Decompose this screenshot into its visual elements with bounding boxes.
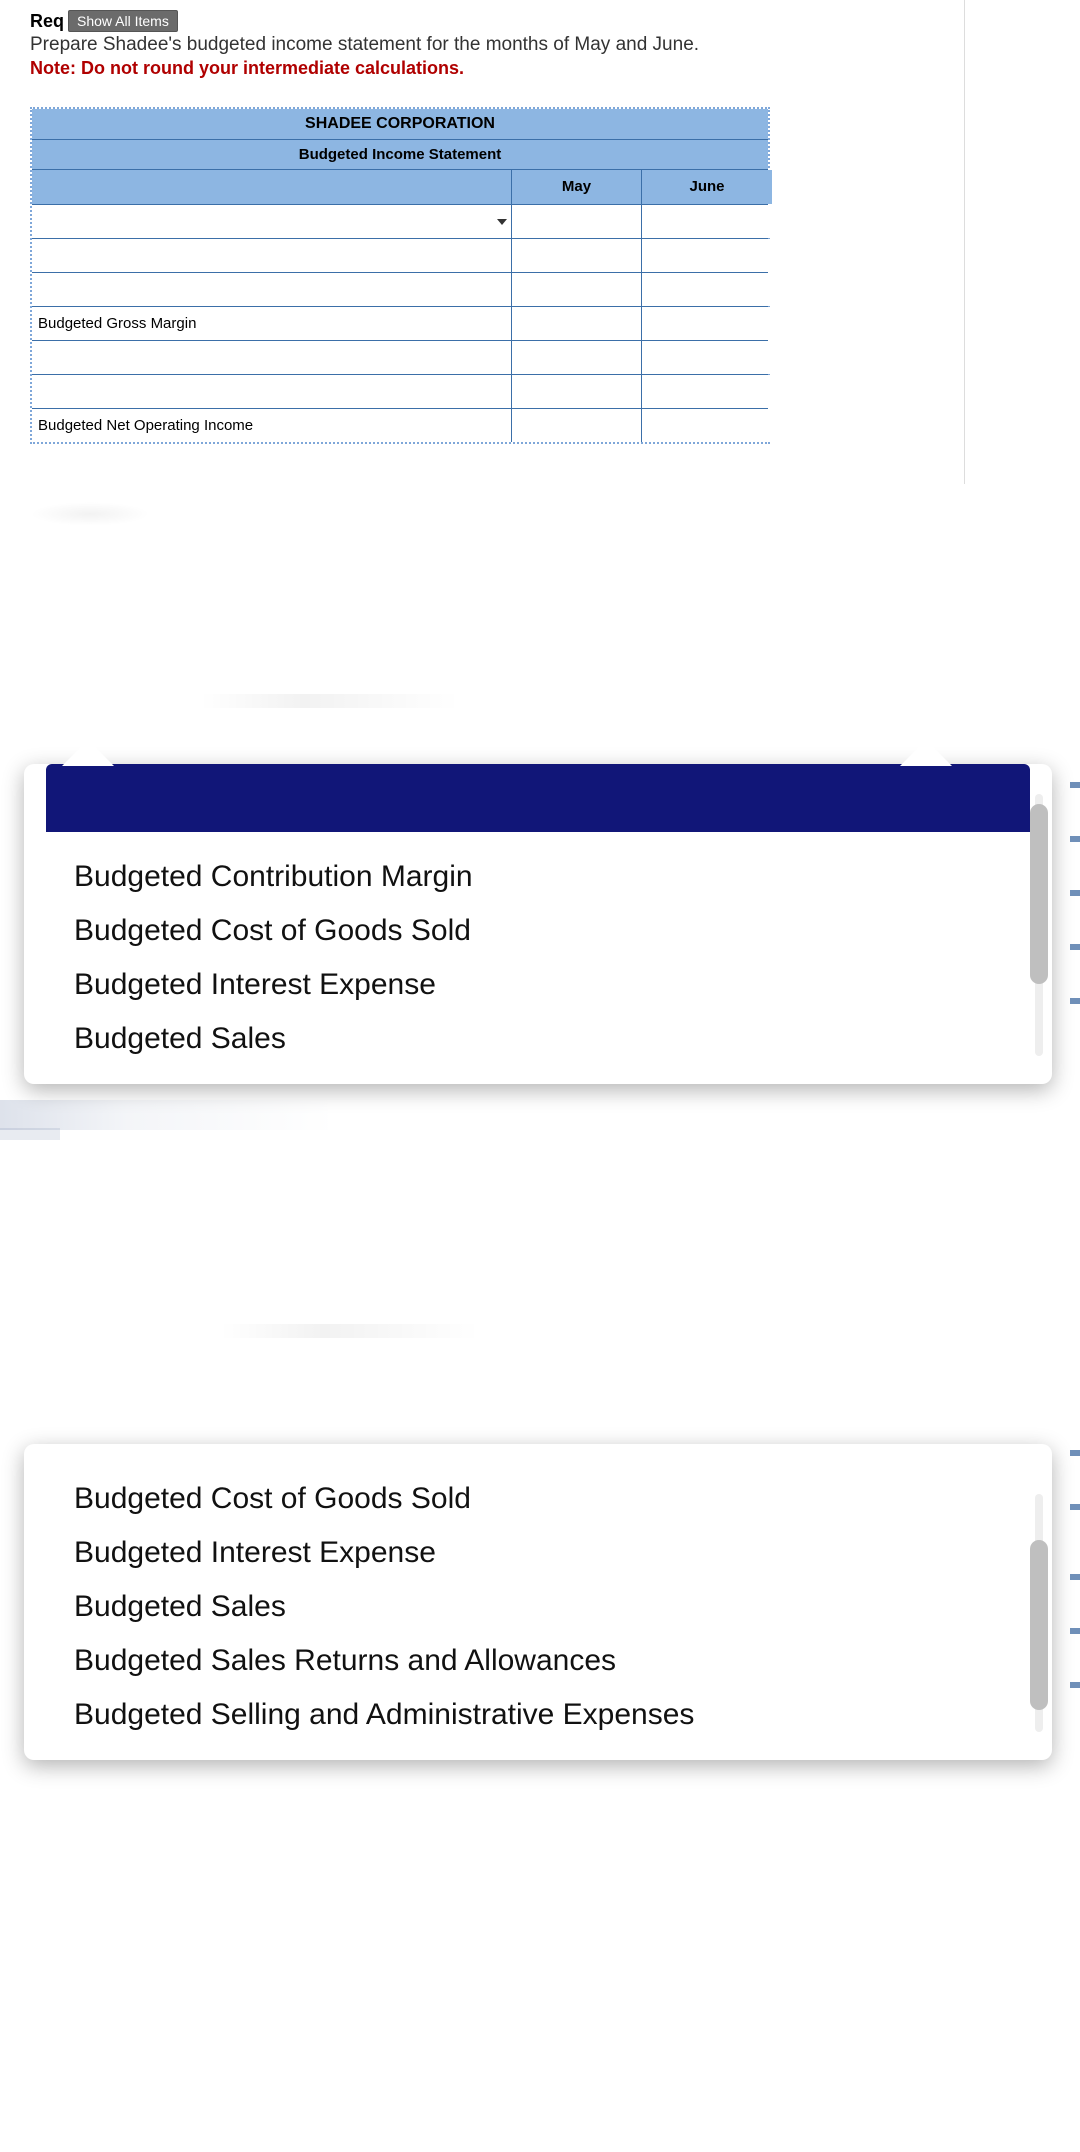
dropdown-popover-2: Budgeted Cost of Goods Sold Budgeted Int… bbox=[24, 1444, 1052, 1760]
req-label: Req bbox=[30, 11, 64, 32]
dropdown-scrollbar[interactable] bbox=[1030, 1494, 1048, 1732]
row-may-input[interactable] bbox=[512, 307, 642, 340]
chevron-down-icon bbox=[497, 219, 507, 225]
scrollbar-thumb[interactable] bbox=[1030, 1540, 1048, 1710]
row-desc-input[interactable] bbox=[32, 239, 512, 272]
dropdown-popover-1: Budgeted Contribution Margin Budgeted Co… bbox=[24, 764, 1052, 1084]
row-june-input[interactable] bbox=[642, 409, 772, 442]
table-row: Budgeted Net Operating Income bbox=[32, 408, 768, 442]
table-row bbox=[32, 340, 768, 374]
table-row bbox=[32, 204, 768, 238]
row-june-input[interactable] bbox=[642, 273, 772, 306]
table-row bbox=[32, 374, 768, 408]
dropdown-scrollbar[interactable] bbox=[1030, 794, 1048, 1056]
dropdown-selected-bar[interactable] bbox=[46, 764, 1030, 832]
tick-icon bbox=[1070, 944, 1080, 950]
row-desc-static: Budgeted Gross Margin bbox=[32, 307, 512, 340]
dropdown-option[interactable]: Budgeted Contribution Margin bbox=[74, 850, 1012, 904]
smudge-artifact bbox=[200, 694, 460, 708]
table-row: Budgeted Gross Margin bbox=[32, 306, 768, 340]
row-may-input[interactable] bbox=[512, 341, 642, 374]
smudge-artifact bbox=[0, 1128, 60, 1140]
dropdown-option[interactable]: Budgeted Interest Expense bbox=[74, 1526, 1012, 1580]
side-tick-marks bbox=[1070, 1450, 1080, 1736]
smudge-artifact bbox=[220, 1324, 480, 1338]
gap-region bbox=[0, 1084, 1080, 1444]
tick-icon bbox=[1070, 1574, 1080, 1580]
popover-pointer-icon bbox=[900, 740, 952, 766]
tick-icon bbox=[1070, 782, 1080, 788]
row-may-input[interactable] bbox=[512, 409, 642, 442]
row-may-input[interactable] bbox=[512, 239, 642, 272]
row-desc-input[interactable] bbox=[32, 375, 512, 408]
side-tick-marks bbox=[1070, 782, 1080, 1052]
tick-icon bbox=[1070, 1504, 1080, 1510]
tick-icon bbox=[1070, 890, 1080, 896]
dropdown-option[interactable]: Budgeted Cost of Goods Sold bbox=[74, 904, 1012, 958]
table-title-company: SHADEE CORPORATION bbox=[32, 109, 768, 140]
table-header-may: May bbox=[512, 170, 642, 204]
table-row bbox=[32, 238, 768, 272]
table-header-desc bbox=[32, 170, 512, 204]
tick-icon bbox=[1070, 836, 1080, 842]
smudge-artifact bbox=[30, 502, 150, 526]
income-statement-table: SHADEE CORPORATION Budgeted Income State… bbox=[30, 107, 770, 444]
dropdown-option[interactable]: Budgeted Selling and Administrative Expe… bbox=[74, 1688, 1012, 1742]
tick-icon bbox=[1070, 1450, 1080, 1456]
req-line: Req Show All Items bbox=[30, 10, 934, 32]
tick-icon bbox=[1070, 998, 1080, 1004]
dropdown-option[interactable]: Budgeted Sales bbox=[74, 1012, 1012, 1066]
tick-icon bbox=[1070, 1682, 1080, 1688]
gap-region bbox=[0, 484, 1080, 764]
show-all-items-button[interactable]: Show All Items bbox=[68, 10, 178, 32]
table-header-june: June bbox=[642, 170, 772, 204]
dropdown-option[interactable]: Budgeted Cost of Goods Sold bbox=[74, 1472, 1012, 1526]
instruction-text: Prepare Shadee's budgeted income stateme… bbox=[30, 34, 934, 56]
row-june-input[interactable] bbox=[642, 341, 772, 374]
row-desc-static: Budgeted Net Operating Income bbox=[32, 409, 512, 442]
row-desc-input[interactable] bbox=[32, 341, 512, 374]
scrollbar-thumb[interactable] bbox=[1030, 804, 1048, 984]
row-june-input[interactable] bbox=[642, 307, 772, 340]
row-may-input[interactable] bbox=[512, 375, 642, 408]
row-may-input[interactable] bbox=[512, 205, 642, 238]
row-june-input[interactable] bbox=[642, 205, 772, 238]
row-may-input[interactable] bbox=[512, 273, 642, 306]
row-label: Budgeted Net Operating Income bbox=[38, 417, 253, 434]
table-title-statement: Budgeted Income Statement bbox=[32, 140, 768, 170]
row-desc-input[interactable] bbox=[32, 273, 512, 306]
dropdown-option[interactable]: Budgeted Sales bbox=[74, 1580, 1012, 1634]
dropdown-option[interactable]: Budgeted Sales Returns and Allowances bbox=[74, 1634, 1012, 1688]
table-header-row: May June bbox=[32, 170, 768, 204]
question-panel: Req Show All Items Prepare Shadee's budg… bbox=[0, 0, 965, 484]
table-row bbox=[32, 272, 768, 306]
row-june-input[interactable] bbox=[642, 375, 772, 408]
note-text: Note: Do not round your intermediate cal… bbox=[30, 58, 934, 79]
smudge-artifact bbox=[0, 1100, 420, 1130]
row-june-input[interactable] bbox=[642, 239, 772, 272]
row-desc-dropdown[interactable] bbox=[32, 205, 512, 238]
dropdown-option[interactable]: Budgeted Interest Expense bbox=[74, 958, 1012, 1012]
popover-pointer-icon bbox=[62, 740, 114, 766]
row-label: Budgeted Gross Margin bbox=[38, 315, 196, 332]
tick-icon bbox=[1070, 1628, 1080, 1634]
